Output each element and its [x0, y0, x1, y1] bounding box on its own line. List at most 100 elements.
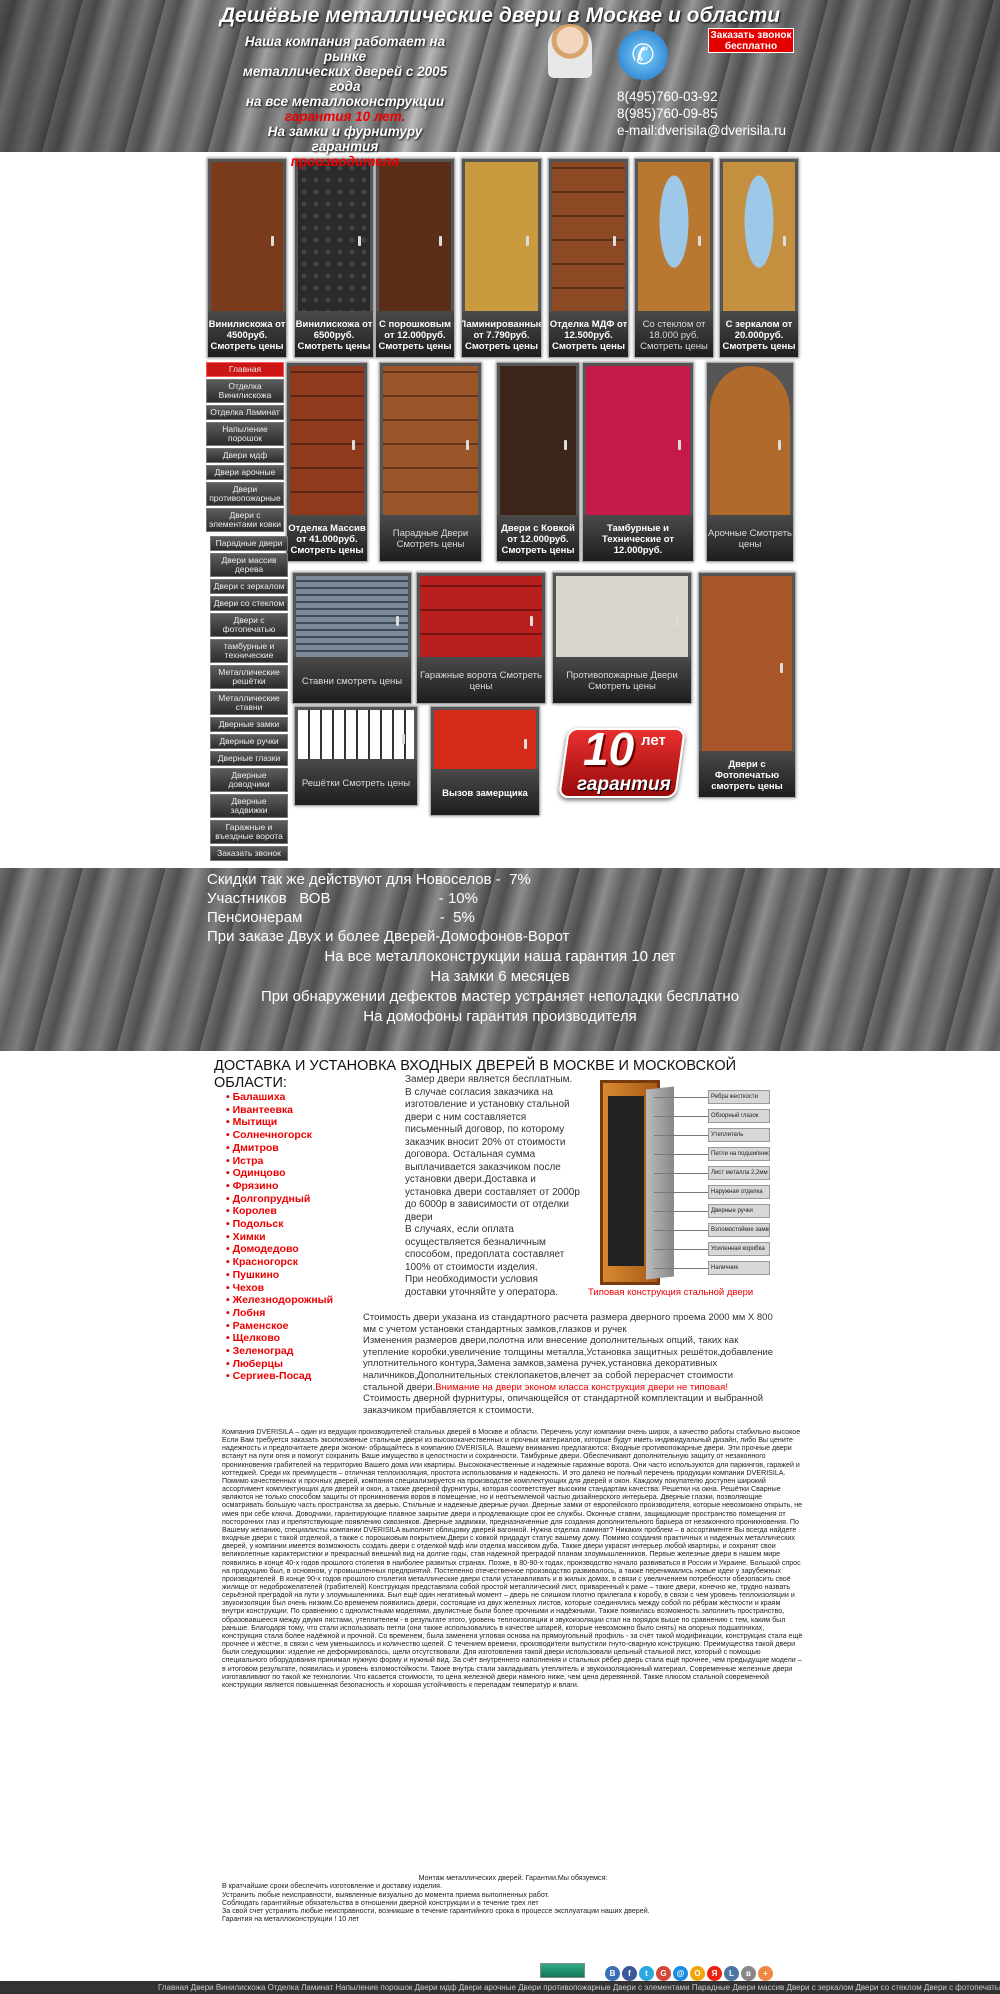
sidebar-item[interactable]: Металлические решётки — [210, 665, 288, 689]
sidebar-item[interactable]: Двери противопожарные — [206, 482, 284, 506]
door-image — [420, 576, 542, 657]
scheme-pointer — [654, 1135, 708, 1136]
city-item[interactable]: Фрязино — [226, 1180, 333, 1193]
door-card[interactable]: Арочные Смотреть цены — [706, 362, 794, 562]
sidebar-item[interactable]: Двери со стеклом — [210, 596, 288, 611]
door-card[interactable]: С порошковым от 12.000руб. Смотреть цены — [375, 158, 455, 358]
door-caption: Ламинированные от 7.790руб. Смотреть цен… — [462, 311, 541, 357]
door-caption: Тамбурные и Технические от 12.000руб. — [583, 515, 693, 561]
guarantee-item: Устранить любые неисправности, выявленны… — [222, 1890, 550, 1899]
handle-icon — [526, 236, 529, 246]
city-item[interactable]: Солнечногорск — [226, 1129, 333, 1142]
sidebar-item[interactable]: Дверные замки — [210, 717, 288, 732]
scheme-label: Дверные ручки — [708, 1204, 770, 1218]
city-item[interactable]: Красногорск — [226, 1256, 333, 1269]
door-card[interactable]: Решётки Смотреть цены — [294, 706, 418, 806]
sidebar-item[interactable]: Двери массив дерева — [210, 553, 288, 577]
city-item[interactable]: Одинцово — [226, 1167, 333, 1180]
door-image — [586, 366, 690, 515]
sidebar-item[interactable]: Двери с зеркалом — [210, 579, 288, 594]
handle-icon — [466, 440, 469, 450]
sidebar-item[interactable]: Двери арочные — [206, 465, 284, 480]
door-card[interactable]: Винилискожа от 4500руб. Смотреть цены — [207, 158, 287, 358]
city-item[interactable]: Ивантеевка — [226, 1104, 333, 1117]
share-icon[interactable]: Я — [707, 1966, 722, 1981]
share-icon[interactable]: f — [622, 1966, 637, 1981]
sidebar-item[interactable]: Отделка Винилискожа — [206, 379, 284, 403]
door-card[interactable]: Вызов замерщика — [430, 706, 540, 816]
city-item[interactable]: Щелково — [226, 1332, 333, 1345]
sidebar-item[interactable]: Отделка Ламинат — [206, 405, 284, 420]
city-item[interactable]: Зеленоград — [226, 1345, 333, 1358]
sidebar-item[interactable]: Напыление порошок — [206, 422, 284, 446]
sidebar-item[interactable]: Металлические ставни — [210, 691, 288, 715]
share-icon[interactable]: + — [758, 1966, 773, 1981]
city-item[interactable]: Истра — [226, 1155, 333, 1168]
city-item[interactable]: Сергиев-Посад — [226, 1370, 333, 1383]
email[interactable]: e-mail:dverisila@dverisila.ru — [617, 122, 786, 139]
city-item[interactable]: Чехов — [226, 1282, 333, 1295]
share-icon[interactable]: G — [656, 1966, 671, 1981]
sidebar-item[interactable]: Главная — [206, 362, 284, 377]
guarantee-item: Гарантия на металлоконструкции ! 10 лет — [222, 1915, 360, 1924]
door-card[interactable]: Парадные Двери Смотреть цены — [379, 362, 482, 562]
share-icon[interactable]: В — [605, 1966, 620, 1981]
counter-widget[interactable] — [540, 1963, 585, 1978]
sidebar-item[interactable]: Заказать звонок — [210, 846, 288, 861]
door-construction-scheme: Ребра жесткости Обзорный глазок Утеплитель… — [598, 1080, 770, 1285]
share-icon[interactable]: О — [690, 1966, 705, 1981]
door-card[interactable]: Отделка Массив от 41.000руб. Смотреть це… — [286, 362, 368, 562]
door-card[interactable]: Отделка МДФ от 12.500руб. Смотреть цены — [548, 158, 629, 358]
sidebar-item[interactable]: Парадные двери — [210, 536, 288, 551]
callback-button[interactable]: Заказать звонок бесплатно — [708, 28, 794, 53]
sidebar-item[interactable]: Двери с элементами ковки — [206, 508, 284, 532]
sidebar-item[interactable]: Двери мдф — [206, 448, 284, 463]
sidebar-item[interactable]: тамбурные и технические — [210, 639, 288, 663]
door-card[interactable]: Тамбурные и Технические от 12.000руб. — [582, 362, 694, 562]
share-icon[interactable]: L — [724, 1966, 739, 1981]
door-card[interactable]: Ламинированные от 7.790руб. Смотреть цен… — [461, 158, 542, 358]
door-card[interactable]: Ставни смотреть цены — [292, 572, 412, 704]
city-item[interactable]: Пушкино — [226, 1269, 333, 1282]
share-icon[interactable]: t — [639, 1966, 654, 1981]
door-card[interactable]: Двери с Фотопечатью смотреть цены — [698, 572, 796, 798]
city-item[interactable]: Балашиха — [226, 1091, 333, 1104]
scheme-label: Утеплитель — [708, 1128, 770, 1142]
sidebar-item[interactable]: Дверные доводчики — [210, 768, 288, 792]
city-item[interactable]: Раменское — [226, 1320, 333, 1333]
share-icon[interactable]: в — [741, 1966, 756, 1981]
phone-1[interactable]: 8(495)760-03-92 — [617, 88, 786, 105]
sidebar-item[interactable]: Дверные глазки — [210, 751, 288, 766]
city-item[interactable]: Мытищи — [226, 1116, 333, 1129]
door-card[interactable]: С зеркалом от 20.000руб. Смотреть цены — [719, 158, 799, 358]
city-item[interactable]: Химки — [226, 1231, 333, 1244]
sidebar-item[interactable]: Дверные задвижки — [210, 794, 288, 818]
city-item[interactable]: Лобня — [226, 1307, 333, 1320]
city-item[interactable]: Долгопрудный — [226, 1193, 333, 1206]
city-item[interactable]: Люберцы — [226, 1358, 333, 1371]
handle-icon — [402, 734, 405, 744]
sidebar-item[interactable]: Дверные ручки — [210, 734, 288, 749]
scheme-label: Ребра жесткости — [708, 1090, 770, 1104]
bottom-nav-bar[interactable]: Главная Двери Винилискожа Отделка Ламина… — [0, 1981, 1000, 1994]
door-caption: Вызов замерщика — [431, 769, 539, 815]
city-item[interactable]: Железнодорожный — [226, 1294, 334, 1307]
handle-icon — [530, 616, 533, 626]
sidebar-item[interactable]: Гаражные и въездные ворота — [210, 820, 288, 844]
door-card[interactable]: Двери с Ковкой от 12.000руб. Смотреть це… — [496, 362, 580, 562]
city-item[interactable]: Дмитров — [226, 1142, 333, 1155]
door-card[interactable]: Со стеклом от 18.000 руб. Смотреть цены — [634, 158, 714, 358]
door-card[interactable]: Гаражные ворота Смотреть цены — [416, 572, 546, 704]
city-item[interactable]: Домодедово — [226, 1243, 333, 1256]
handle-icon — [778, 440, 781, 450]
company-about: Наша компания работает на рынке металлич… — [235, 34, 455, 169]
contacts: 8(495)760-03-92 8(985)760-09-85 e-mail:d… — [617, 88, 786, 139]
city-item[interactable]: Подольск — [226, 1218, 333, 1231]
scheme-pointer — [654, 1230, 708, 1231]
city-item[interactable]: Королев — [226, 1205, 333, 1218]
door-card[interactable]: Винилискожа от 6500руб. Смотреть цены — [294, 158, 374, 358]
share-icon[interactable]: @ — [673, 1966, 688, 1981]
phone-2[interactable]: 8(985)760-09-85 — [617, 105, 786, 122]
door-card[interactable]: Противопожарные Двери Смотреть цены — [552, 572, 692, 704]
sidebar-item[interactable]: Двери с фотопечатью — [210, 613, 288, 637]
